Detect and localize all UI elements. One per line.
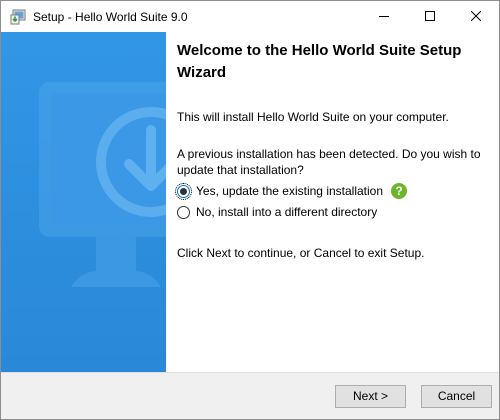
option-different-directory[interactable]: No, install into a different directory [177,204,377,220]
next-button[interactable]: Next > [335,385,406,408]
option-update-label[interactable]: Yes, update the existing installation [196,183,383,199]
radio-different-directory[interactable] [177,205,190,219]
button-bar: Next > Cancel [1,372,499,419]
option-update-existing[interactable]: Yes, update the existing installation ? [175,182,408,200]
maximize-button[interactable] [407,1,453,32]
setup-window: Setup - Hello World Suite 9.0 Welcome to… [0,0,500,420]
page-title: Welcome to the Hello World Suite Setup W… [177,42,462,81]
title-bar[interactable]: Setup - Hello World Suite 9.0 [1,1,499,32]
wizard-content: Welcome to the Hello World Suite Setup W… [166,32,499,372]
monitor-download-icon [1,32,166,372]
wizard-banner [1,32,166,372]
help-icon[interactable]: ? [391,183,408,199]
installer-icon [10,9,26,25]
maximize-icon [425,8,435,26]
minimize-icon [379,8,389,26]
intro-text: This will install Hello World Suite on y… [177,110,449,124]
previous-install-question: A previous installation has been detecte… [177,147,481,177]
close-icon [470,8,482,26]
window-title: Setup - Hello World Suite 9.0 [33,10,188,24]
radio-update-existing[interactable] [175,182,192,200]
minimize-button[interactable] [361,1,407,32]
instruction-text: Click Next to continue, or Cancel to exi… [177,246,425,260]
cancel-button[interactable]: Cancel [421,385,492,408]
close-button[interactable] [453,1,499,32]
option-different-label[interactable]: No, install into a different directory [196,204,377,220]
